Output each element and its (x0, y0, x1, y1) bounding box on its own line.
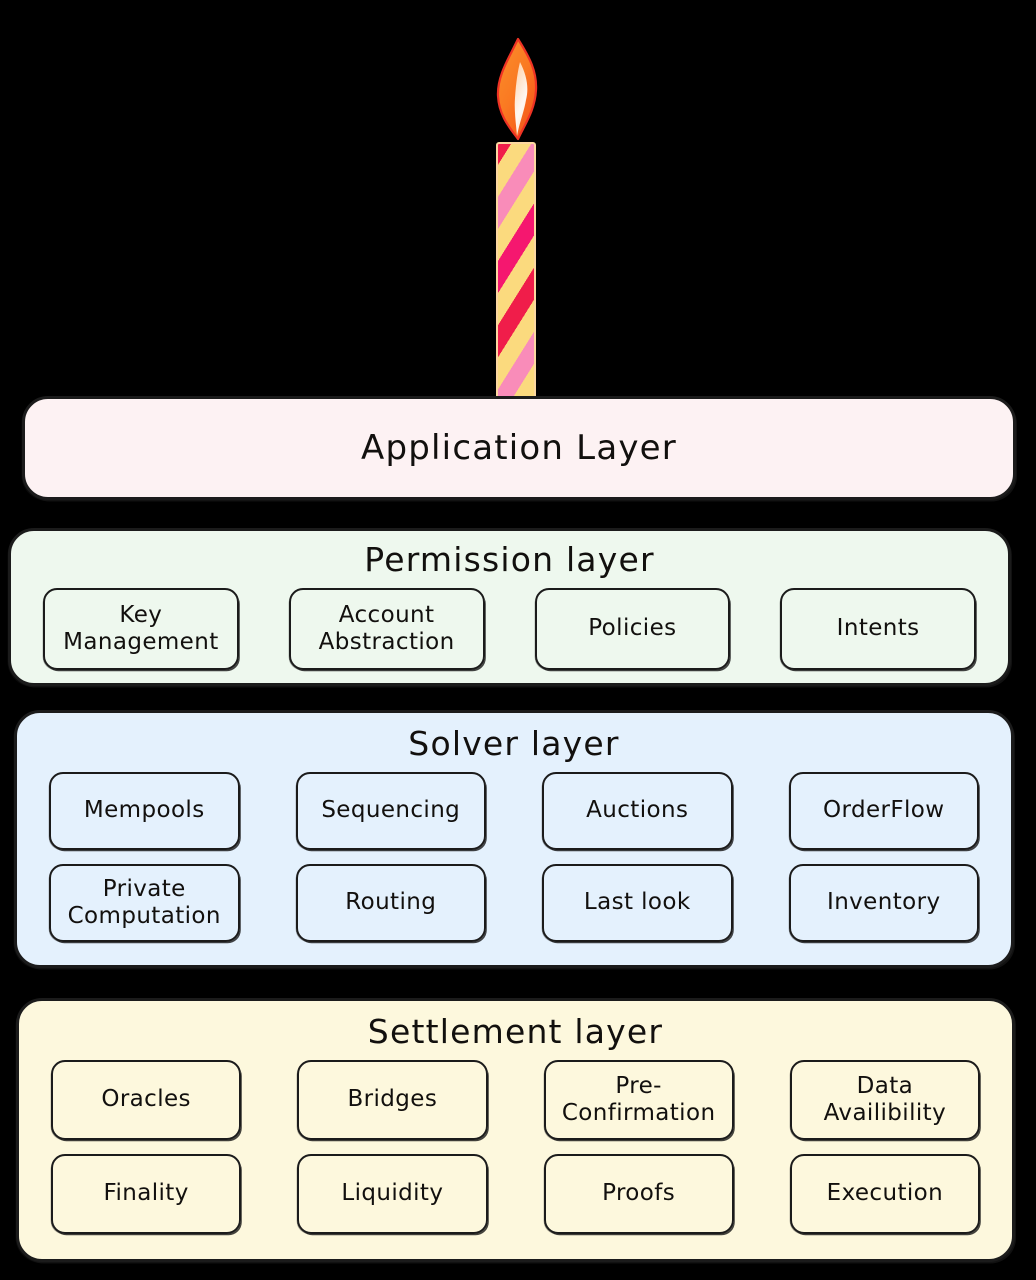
item-label: Mempools (83, 797, 205, 824)
diagram-canvas: Application Layer Permission layer Key M… (0, 0, 1036, 1280)
item-auctions[interactable]: Auctions (542, 772, 733, 850)
item-oracles[interactable]: Oracles (51, 1060, 242, 1140)
item-finality[interactable]: Finality (51, 1154, 242, 1234)
layer-settlement[interactable]: Settlement layer Oracles Bridges Pre- Co… (16, 998, 1015, 1262)
item-inventory[interactable]: Inventory (788, 864, 979, 942)
item-proofs[interactable]: Proofs (543, 1154, 734, 1234)
item-label: Finality (103, 1180, 189, 1207)
item-label: Key Management (63, 601, 219, 655)
item-routing[interactable]: Routing (295, 864, 486, 942)
item-data-availability[interactable]: Data Availibility (789, 1060, 980, 1140)
item-account-abstraction[interactable]: Account Abstraction (288, 588, 485, 670)
item-label: Routing (345, 889, 437, 916)
layer-solver[interactable]: Solver layer Mempools Sequencing Auction… (14, 710, 1014, 968)
layer-permission[interactable]: Permission layer Key Management Account … (8, 528, 1011, 686)
layer-settlement-title: Settlement layer (367, 1012, 664, 1051)
item-label: OrderFlow (823, 797, 945, 824)
item-policies[interactable]: Policies (534, 588, 731, 670)
item-last-look[interactable]: Last look (542, 864, 733, 942)
item-label: Execution (826, 1180, 944, 1207)
item-label: Proofs (602, 1180, 676, 1207)
settlement-item-grid: Oracles Bridges Pre- Confirmation Data A… (19, 1060, 1012, 1234)
item-bridges[interactable]: Bridges (297, 1060, 488, 1140)
birthday-candle (486, 36, 548, 430)
item-label: Policies (588, 615, 677, 642)
item-pre-confirmation[interactable]: Pre- Confirmation (543, 1060, 734, 1140)
item-label: Inventory (827, 889, 941, 916)
item-label: Pre- Confirmation (561, 1072, 716, 1126)
permission-item-grid: Key Management Account Abstraction Polic… (11, 588, 1008, 670)
layer-solver-title: Solver layer (408, 724, 620, 763)
item-label: Sequencing (321, 797, 461, 824)
item-label: Liquidity (341, 1180, 444, 1207)
layer-application[interactable]: Application Layer (22, 396, 1016, 500)
item-private-computation[interactable]: Private Computation (49, 864, 240, 942)
item-label: Data Availibility (823, 1072, 947, 1126)
item-label: Auctions (586, 797, 689, 824)
item-liquidity[interactable]: Liquidity (297, 1154, 488, 1234)
item-label: Intents (836, 615, 920, 642)
layer-application-title: Application Layer (361, 428, 677, 468)
item-mempools[interactable]: Mempools (49, 772, 240, 850)
candle-wax-body (496, 142, 536, 430)
item-key-management[interactable]: Key Management (43, 588, 239, 670)
item-sequencing[interactable]: Sequencing (295, 772, 486, 850)
item-intents[interactable]: Intents (780, 588, 976, 670)
item-label: Last look (583, 889, 691, 916)
candle-flame-icon (496, 37, 538, 141)
solver-item-grid: Mempools Sequencing Auctions OrderFlow P… (17, 772, 1011, 942)
item-label: Bridges (347, 1086, 438, 1113)
item-orderflow[interactable]: OrderFlow (788, 772, 979, 850)
item-label: Private Computation (67, 875, 221, 929)
item-execution[interactable]: Execution (789, 1154, 980, 1234)
item-label: Oracles (101, 1086, 191, 1113)
layer-permission-title: Permission layer (364, 540, 655, 579)
item-label: Account Abstraction (318, 601, 455, 655)
